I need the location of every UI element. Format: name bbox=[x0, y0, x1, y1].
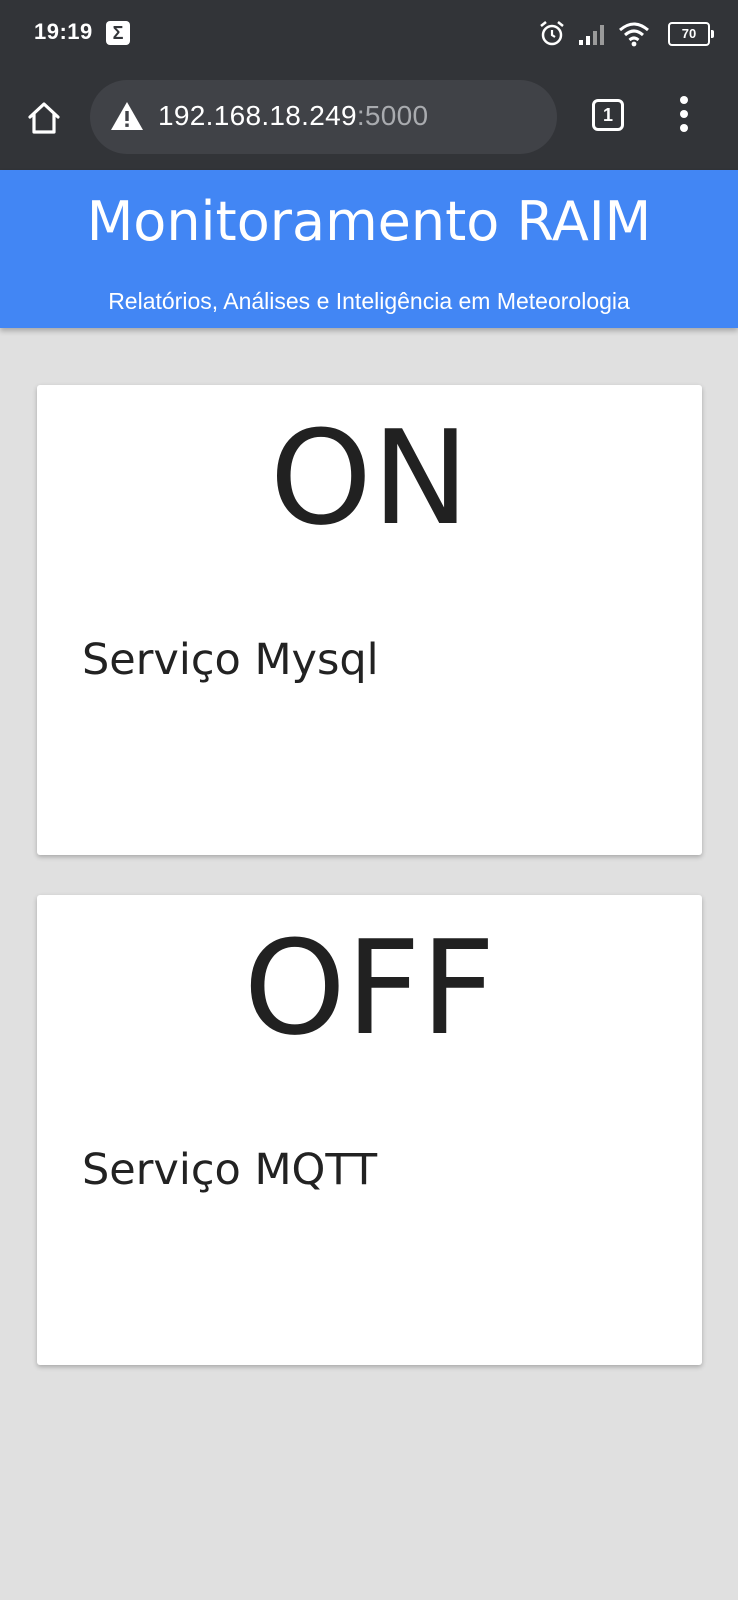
status-bar: 19:19 Σ 70 bbox=[0, 0, 738, 66]
browser-toolbar: 192.168.18.249:5000 1 bbox=[0, 66, 738, 170]
notification-icon: Σ bbox=[106, 21, 130, 45]
service-card-mysql: ON Serviço Mysql bbox=[37, 385, 702, 855]
status-time: 19:19 bbox=[34, 19, 93, 44]
address-bar[interactable]: 192.168.18.249:5000 bbox=[90, 80, 557, 154]
more-menu-icon[interactable] bbox=[672, 96, 696, 136]
home-icon[interactable] bbox=[24, 98, 64, 138]
page-subtitle: Relatórios, Análises e Inteligência em M… bbox=[108, 288, 630, 314]
signal-icon bbox=[579, 25, 604, 45]
wifi-icon bbox=[619, 22, 649, 47]
url-port: :5000 bbox=[356, 100, 429, 131]
url-host: 192.168.18.249 bbox=[158, 100, 357, 131]
warning-icon[interactable] bbox=[110, 100, 144, 132]
service-card-mqtt: OFF Serviço MQTT bbox=[37, 895, 702, 1365]
url-text[interactable]: 192.168.18.249:5000 bbox=[158, 100, 428, 132]
service-label: Serviço MQTT bbox=[82, 1145, 378, 1195]
battery-icon: 70 bbox=[668, 22, 714, 46]
service-status: OFF bbox=[243, 912, 496, 1064]
tab-count: 1 bbox=[602, 105, 613, 125]
page-title: Monitoramento RAIM bbox=[86, 190, 652, 253]
alarm-icon bbox=[540, 21, 564, 46]
service-status: ON bbox=[269, 402, 470, 554]
service-label: Serviço Mysql bbox=[82, 635, 379, 685]
tabs-icon[interactable]: 1 bbox=[592, 99, 624, 131]
app-header: Monitoramento RAIM Relatórios, Análises … bbox=[0, 170, 738, 328]
